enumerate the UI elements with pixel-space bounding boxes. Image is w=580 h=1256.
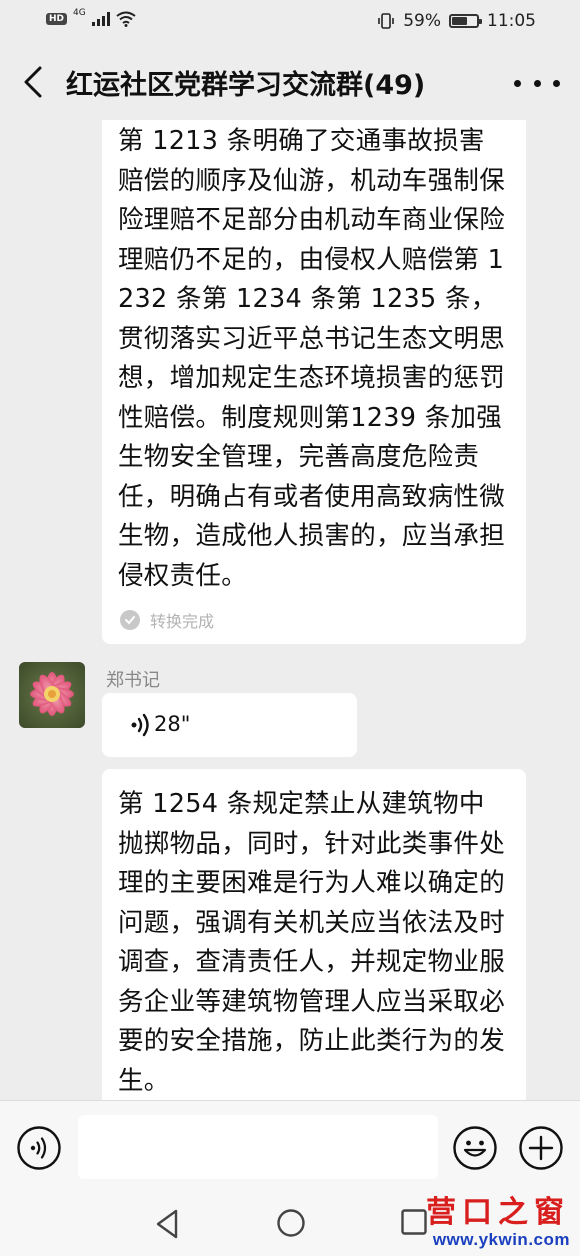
hd-badge: HD	[46, 13, 68, 25]
status-bar: HD 4G 59% 11:05	[0, 0, 580, 44]
system-navigation-bar: 营口之窗 www.ykwin.com	[0, 1192, 580, 1256]
network-type: 4G	[73, 8, 86, 18]
message-input[interactable]	[78, 1115, 438, 1179]
wifi-icon	[116, 11, 136, 27]
battery-percent: 59%	[403, 11, 441, 31]
back-arrow-icon[interactable]	[14, 62, 54, 102]
nav-recent-apps-icon[interactable]	[400, 1208, 428, 1236]
voice-wave-icon	[131, 713, 149, 737]
chat-title: 红运社区党群学习交流群(49)	[66, 70, 426, 101]
conversion-status-text: 转换完成	[150, 612, 215, 631]
message-text: 第 1213 条明确了交通事故损害赔偿的顺序及仙游，机动车强制保险理赔不足部分由…	[118, 126, 506, 591]
voice-input-icon[interactable]	[16, 1125, 62, 1171]
input-bar	[0, 1100, 580, 1192]
voice-transcript-bubble[interactable]: 第 1254 条规定禁止从建筑物中抛掷物品，同时，针对此类事件处理的主要困难是行…	[102, 769, 526, 1100]
emoji-icon[interactable]	[452, 1125, 498, 1171]
watermark: 营口之窗 www.ykwin.com	[426, 1196, 570, 1250]
battery-icon	[449, 14, 482, 28]
nav-back-icon[interactable]	[152, 1208, 182, 1240]
flower-image	[19, 662, 85, 728]
vibrate-icon	[378, 13, 395, 29]
status-left: HD 4G	[46, 8, 136, 27]
status-right: 59% 11:05	[377, 11, 536, 31]
watermark-name: 营口之窗	[426, 1195, 570, 1230]
check-circle-icon	[120, 610, 140, 630]
clock: 11:05	[487, 11, 536, 31]
signal-icon	[91, 12, 110, 26]
voice-duration: 28"	[154, 712, 191, 736]
sender-name: 郑书记	[106, 670, 160, 691]
more-options-icon[interactable]	[514, 66, 560, 100]
nav-home-icon[interactable]	[276, 1208, 306, 1238]
voice-message-bubble[interactable]: 28"	[102, 693, 357, 757]
avatar[interactable]	[19, 662, 85, 728]
voice-to-text-bubble[interactable]: 第 1213 条明确了交通事故损害赔偿的顺序及仙游，机动车强制保险理赔不足部分由…	[102, 120, 526, 644]
watermark-url: www.ykwin.com	[432, 1230, 570, 1249]
message-list[interactable]: 第 1213 条明确了交通事故损害赔偿的顺序及仙游，机动车强制保险理赔不足部分由…	[0, 120, 580, 1100]
chat-header: 红运社区党群学习交流群(49)	[0, 44, 580, 120]
conversion-status: 转换完成	[120, 608, 214, 632]
plus-icon[interactable]	[518, 1125, 564, 1171]
transcript-text: 第 1254 条规定禁止从建筑物中抛掷物品，同时，针对此类事件处理的主要困难是行…	[118, 789, 506, 1096]
